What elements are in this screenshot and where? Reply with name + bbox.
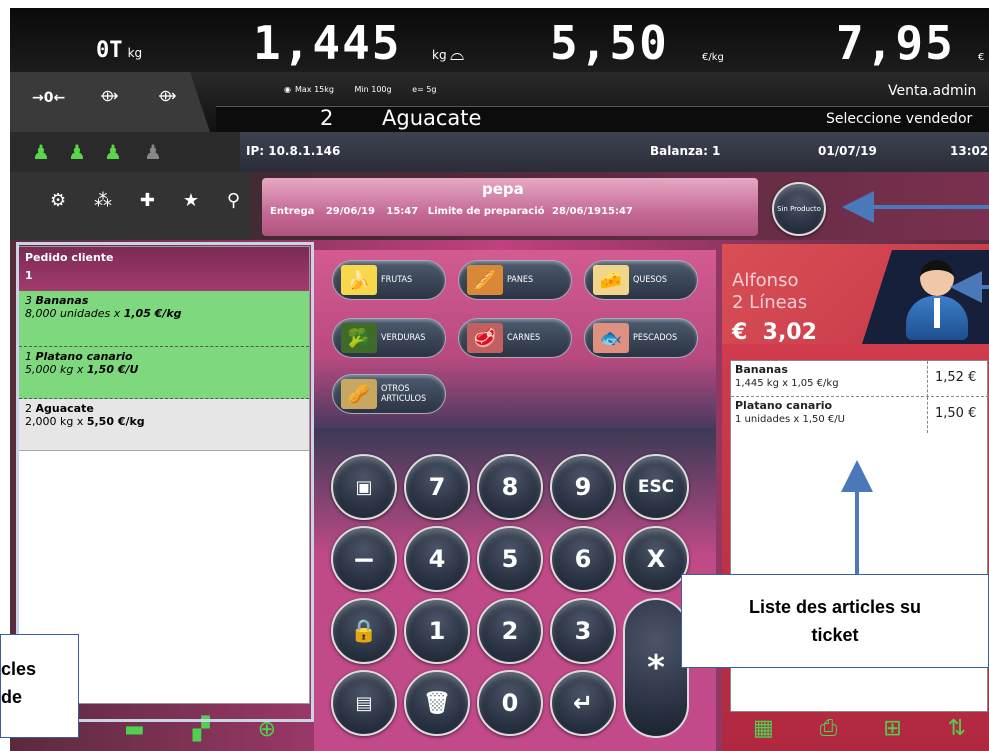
select-vendor-label[interactable]: Seleccione vendedor (826, 111, 972, 127)
weight-value: 1,445 (253, 16, 402, 70)
customer-name: pepa (482, 180, 524, 198)
toolbar-icons: ⚙ ⁂ ✚ ★ ⚲ (50, 190, 240, 211)
callout-ticket-list: Liste des articles su ticket (681, 574, 989, 668)
key-8[interactable]: 8 (477, 454, 543, 520)
cash-icon: ▤ (355, 692, 373, 714)
weight-display: 1,445 (253, 16, 401, 70)
meat-icon: 🥩 (467, 323, 503, 353)
vendor-1-icon[interactable]: ♟ (32, 140, 50, 164)
price-unit: €/kg (702, 52, 724, 63)
fish-icon: 🐟 (593, 323, 629, 353)
vendor-4-icon[interactable]: ♟ (144, 140, 162, 164)
ticket-lines: 2 Líneas (732, 292, 808, 313)
key-9[interactable]: 9 (550, 454, 616, 520)
ticket-total: € 3,02 (732, 320, 817, 345)
key-4[interactable]: 4 (404, 526, 470, 592)
clear-button[interactable]: X (623, 526, 689, 592)
vendor-panel: Alfonso 2 Líneas € 3,02 Bananas 1,445 kg… (722, 244, 989, 751)
key-3[interactable]: 3 (550, 598, 616, 664)
tare-button[interactable]: ⟴ (100, 86, 119, 105)
product-name: Aguacate (382, 106, 482, 130)
scale-specs: ◉ Max 15kg Min 100g e= 5g (284, 85, 437, 94)
enter-button[interactable]: ↵ (550, 670, 616, 736)
bread-icon: 🥖 (467, 265, 503, 295)
category-panes[interactable]: 🥖 PANES (458, 260, 572, 300)
tare-unit: kg (127, 46, 143, 60)
key-2[interactable]: 2 (477, 598, 543, 664)
key-0[interactable]: 0 (477, 670, 543, 736)
toolbar-row: ⚙ ⁂ ✚ ★ ⚲ pepa Entrega 29/06/19 15:47 Li… (10, 172, 989, 240)
order-info-bar[interactable]: pepa Entrega 29/06/19 15:47 Limite de pr… (262, 178, 758, 236)
scale-number: Balanza: 1 (650, 144, 721, 158)
share-icon[interactable]: ⁂ (94, 190, 112, 211)
calculator-icon[interactable]: ▦ (753, 716, 774, 741)
search-icon[interactable]: ⚲ (227, 190, 240, 211)
lock-button[interactable]: 🔒 (331, 598, 397, 664)
key-1[interactable]: 1 (404, 598, 470, 664)
nuts-icon: 🥜 (341, 379, 377, 409)
tare-value: 0T (96, 38, 123, 63)
no-product-button[interactable]: Sin Producto (772, 182, 826, 236)
vendor-name: Alfonso (732, 270, 799, 291)
category-quesos[interactable]: 🧀 QUESOS (584, 260, 698, 300)
esc-button[interactable]: ESC (623, 454, 689, 520)
info-bar: →0← ⟴ ⟴ ◉ Max 15kg Min 100g e= 5g Venta.a… (10, 72, 989, 132)
minus-button[interactable]: − (331, 526, 397, 592)
star-icon[interactable]: ★ (183, 190, 199, 211)
product-number: 2 (320, 106, 334, 130)
broccoli-icon: 🥦 (341, 323, 377, 353)
tare-display: 0T kg (96, 38, 142, 63)
vendor-avatar-icon (902, 260, 972, 340)
key-6[interactable]: 6 (550, 526, 616, 592)
cheese-icon: 🧀 (593, 265, 629, 295)
ip-address: IP: 10.8.1.146 (246, 144, 341, 158)
star-key[interactable]: * (623, 598, 689, 738)
vendor-buttons: ♟ ♟ ♟ ♟ (32, 140, 162, 166)
zero-button[interactable]: →0← (32, 90, 65, 106)
date: 01/07/19 (818, 144, 877, 158)
order-dates: Entrega 29/06/19 15:47 Limite de prepara… (270, 206, 633, 217)
weight-unit: kg (432, 48, 447, 62)
lock-icon: 🔒 (350, 618, 378, 644)
division: e= 5g (412, 85, 437, 94)
category-carnes[interactable]: 🥩 CARNES (458, 318, 572, 358)
callout-order-list: cles de (0, 634, 79, 738)
transfer-icon[interactable]: ⇅ (948, 716, 966, 741)
display-bar: 0T kg 1,445 kg ⌓ 5,50 €/kg 7,95 € (10, 8, 989, 72)
ticket-row[interactable]: Platano canario 1 unidades x 1,50 €/U 1,… (731, 397, 989, 433)
status-bar: ♟ ♟ ♟ ♟ IP: 10.8.1.146 Balanza: 1 01/07/… (10, 132, 989, 172)
cash-button[interactable]: ▤ (331, 670, 397, 736)
plus-icon[interactable]: ✚ (140, 190, 155, 211)
network-icon[interactable]: ⊞ (883, 716, 901, 741)
ticket-row[interactable]: Bananas 1,445 kg x 1,05 €/kg 1,52 € (731, 361, 989, 397)
bottom-actions: ▦ ⎙ ⊞ ⇅ (730, 708, 989, 748)
printer-icon[interactable]: ⎙ (820, 716, 838, 741)
min-capacity: Min 100g (354, 85, 392, 94)
vendor-3-icon[interactable]: ♟ (104, 140, 122, 164)
category-verduras[interactable]: 🥦 VERDURAS (332, 318, 446, 358)
delete-button[interactable]: 🗑 (404, 670, 470, 736)
current-user: Venta.admin (888, 83, 977, 99)
time: 13:02 (950, 144, 989, 158)
trash-icon: 🗑 (423, 690, 451, 716)
max-capacity: Max 15kg (294, 85, 334, 94)
stable-icon: ⌓ (450, 44, 465, 65)
gear-icon[interactable]: ⚙ (50, 190, 66, 211)
banana-icon: 🍌 (341, 265, 377, 295)
price-display: 5,50 (550, 16, 669, 70)
preset-tare-button[interactable]: ⟴ (158, 86, 177, 105)
plu-button[interactable]: ▣ (331, 454, 397, 520)
total-display: 7,95 (836, 16, 955, 70)
key-5[interactable]: 5 (477, 526, 543, 592)
total-value: 7,95 (836, 16, 955, 70)
price-value: 5,50 (550, 16, 669, 70)
category-frutas[interactable]: 🍌 FRUTAS (332, 260, 446, 300)
key-7[interactable]: 7 (404, 454, 470, 520)
enter-icon: ↵ (572, 689, 594, 717)
total-unit: € (978, 52, 985, 63)
vendor-2-icon[interactable]: ♟ (68, 140, 86, 164)
category-otros[interactable]: 🥜 OTROS ARTICULOS (332, 374, 446, 414)
category-pescados[interactable]: 🐟 PESCADOS (584, 318, 698, 358)
plu-icon: ▣ (355, 476, 373, 498)
